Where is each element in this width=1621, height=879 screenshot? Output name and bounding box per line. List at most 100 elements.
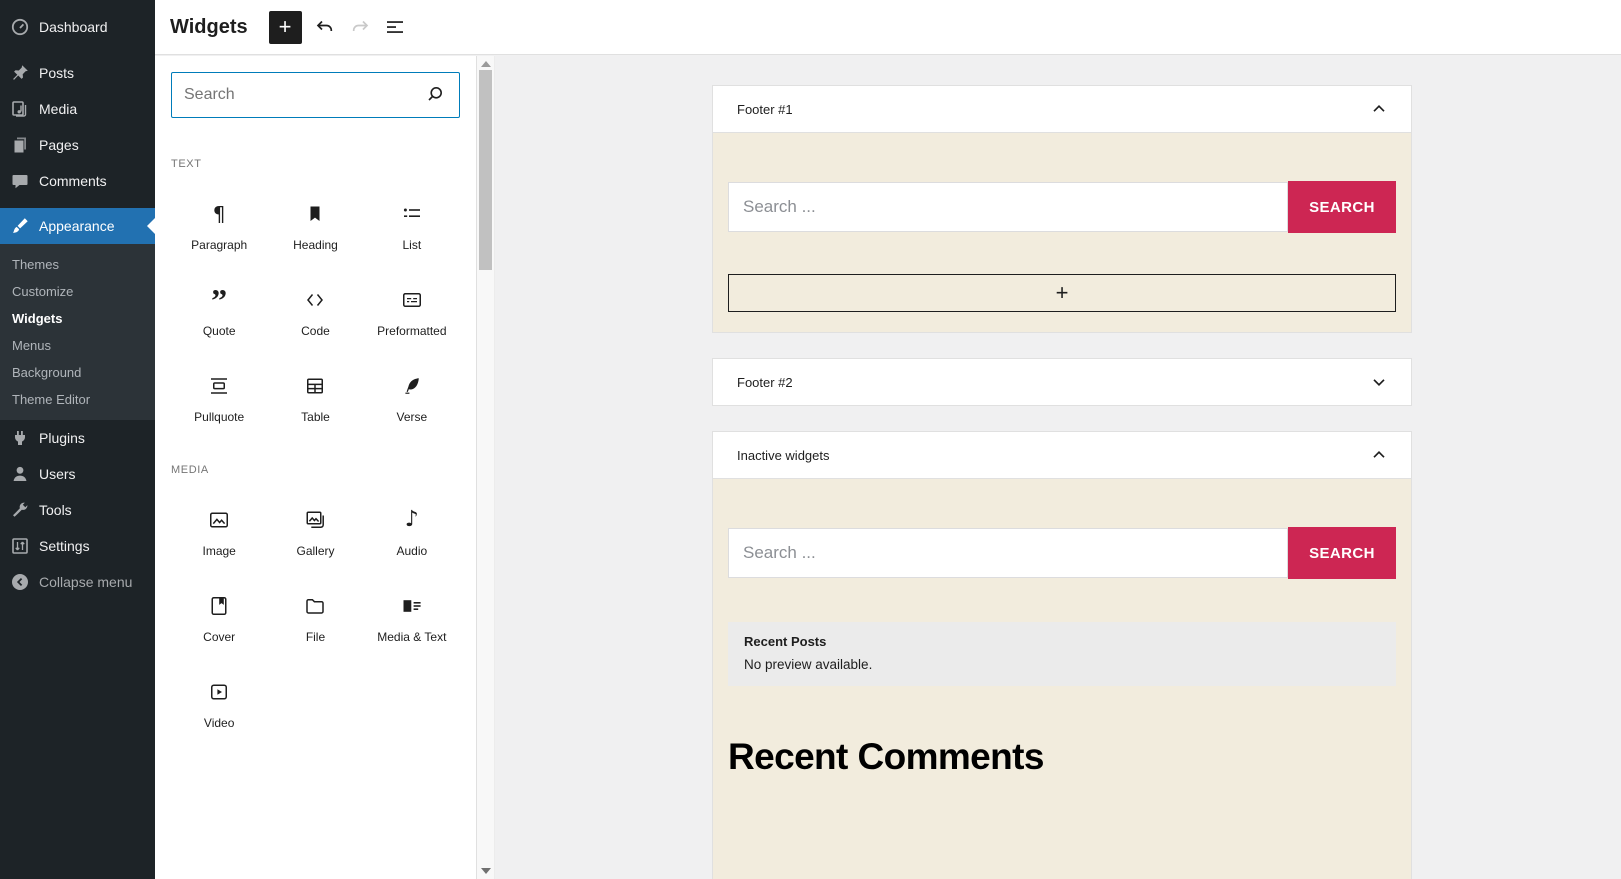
paragraph-icon: ¶: [212, 202, 226, 226]
widget-search-input[interactable]: [728, 528, 1288, 578]
add-block-button[interactable]: +: [268, 10, 302, 44]
sidebar-item-plugins[interactable]: Plugins: [0, 420, 155, 456]
block-type-list[interactable]: List: [364, 201, 460, 252]
panel-title: Footer #2: [737, 374, 793, 390]
sidebar-item-label: Dashboard: [39, 18, 108, 35]
sidebar-item-label: Users: [39, 465, 76, 482]
sidebar-item-dashboard[interactable]: Dashboard: [0, 9, 155, 45]
widget-area-footer-1: Footer #1 SEARCH +: [712, 85, 1412, 333]
table-icon: [303, 373, 327, 399]
sidebar-item-posts[interactable]: Posts: [0, 55, 155, 91]
block-type-video[interactable]: Video: [171, 679, 267, 730]
sidebar-item-appearance[interactable]: Appearance: [0, 208, 155, 244]
sidebar-item-label: Settings: [39, 537, 90, 554]
sidebar-item-media[interactable]: Media: [0, 91, 155, 127]
submenu-item-widgets[interactable]: Widgets: [0, 305, 155, 332]
block-appender-button[interactable]: +: [728, 274, 1396, 312]
scrollbar-thumb[interactable]: [479, 70, 492, 270]
sidebar-item-label: Pages: [39, 136, 79, 153]
gallery-icon: [303, 507, 327, 533]
redo-button[interactable]: [348, 15, 372, 39]
media-block-grid: Image Gallery ♪ Audio Cover File Media &…: [171, 507, 460, 731]
wrench-icon: [10, 500, 30, 520]
block-type-code[interactable]: Code: [267, 287, 363, 338]
block-type-pullquote[interactable]: Pullquote: [171, 373, 267, 424]
sidebar-item-label: Comments: [39, 172, 107, 189]
sidebar-item-label: Collapse menu: [39, 573, 133, 590]
block-inserter-panel: TEXT ¶ Paragraph Heading List ” Quote Co…: [155, 56, 477, 879]
paintbrush-icon: [10, 216, 30, 236]
sidebar-item-users[interactable]: Users: [0, 456, 155, 492]
undo-icon: [316, 20, 332, 31]
block-type-gallery[interactable]: Gallery: [267, 507, 363, 558]
block-type-verse[interactable]: Verse: [364, 373, 460, 424]
block-type-preformatted[interactable]: Preformatted: [364, 287, 460, 338]
submenu-item-background[interactable]: Background: [0, 359, 155, 386]
image-icon: [207, 507, 231, 533]
sidebar-item-label: Appearance: [39, 217, 115, 234]
block-type-image[interactable]: Image: [171, 507, 267, 558]
scroll-up-icon[interactable]: [481, 61, 491, 67]
block-type-heading[interactable]: Heading: [267, 201, 363, 252]
pushpin-icon: [10, 63, 30, 83]
video-icon: [207, 679, 231, 705]
recent-posts-widget-preview[interactable]: Recent Posts No preview available.: [728, 622, 1396, 686]
verse-feather-icon: [400, 373, 424, 399]
recent-posts-message: No preview available.: [744, 657, 873, 672]
footer-1-header[interactable]: Footer #1: [713, 86, 1411, 132]
user-icon: [10, 464, 30, 484]
widget-area-footer-2: Footer #2: [712, 358, 1412, 406]
inactive-widgets-body: SEARCH Recent Posts No preview available…: [713, 478, 1411, 879]
chevron-up-icon: [1367, 97, 1391, 121]
scroll-down-icon[interactable]: [481, 868, 491, 874]
block-type-file[interactable]: File: [267, 593, 363, 644]
sidebar-item-settings[interactable]: Settings: [0, 528, 155, 564]
panel-title: Footer #1: [737, 101, 793, 117]
footer-2-header[interactable]: Footer #2: [713, 359, 1411, 405]
block-type-cover[interactable]: Cover: [171, 593, 267, 644]
block-type-audio[interactable]: ♪ Audio: [364, 507, 460, 559]
recent-posts-title: Recent Posts: [744, 634, 827, 649]
inactive-widgets-header[interactable]: Inactive widgets: [713, 432, 1411, 478]
cover-icon: [207, 593, 231, 619]
widget-area-inactive: Inactive widgets SEARCH Recent Posts No …: [712, 431, 1412, 879]
widget-search-button[interactable]: SEARCH: [1288, 181, 1396, 233]
comment-bubble-icon: [10, 171, 30, 191]
submenu-item-customize[interactable]: Customize: [0, 278, 155, 305]
sidebar-item-tools[interactable]: Tools: [0, 492, 155, 528]
appearance-submenu: Themes Customize Widgets Menus Backgroun…: [0, 244, 155, 420]
pullquote-icon: [207, 373, 231, 399]
list-view-icon: [386, 21, 403, 33]
sidebar-item-label: Media: [39, 100, 78, 117]
heading-icon: [303, 201, 327, 227]
sidebar-item-pages[interactable]: Pages: [0, 127, 155, 163]
audio-note-icon: ♪: [404, 507, 419, 532]
search-widget: SEARCH: [728, 527, 1396, 579]
block-type-quote[interactable]: ” Quote: [171, 282, 267, 338]
sidebar-item-label: Plugins: [39, 429, 85, 446]
widget-search-button[interactable]: SEARCH: [1288, 527, 1396, 579]
block-type-table[interactable]: Table: [267, 373, 363, 424]
undo-button[interactable]: [313, 15, 337, 39]
block-type-media-text[interactable]: Media & Text: [364, 593, 460, 644]
collapse-arrow-icon: [10, 572, 30, 592]
sidebar-item-collapse-menu[interactable]: Collapse menu: [0, 564, 155, 600]
submenu-item-theme-editor[interactable]: Theme Editor: [0, 386, 155, 413]
sidebar-item-comments[interactable]: Comments: [0, 163, 155, 199]
text-block-grid: ¶ Paragraph Heading List ” Quote Code Pr…: [171, 201, 460, 424]
media-text-icon: [400, 593, 424, 619]
inserter-section-title-media: MEDIA: [171, 464, 209, 476]
chevron-up-icon: [1367, 443, 1391, 467]
block-type-paragraph[interactable]: ¶ Paragraph: [171, 201, 267, 252]
submenu-item-menus[interactable]: Menus: [0, 332, 155, 359]
widget-search-input[interactable]: [728, 182, 1288, 232]
code-icon: [303, 287, 327, 313]
inserter-search-box: [171, 72, 460, 118]
footer-1-body: SEARCH +: [713, 132, 1411, 332]
list-view-button[interactable]: [383, 15, 407, 39]
recent-comments-heading[interactable]: Recent Comments: [728, 736, 1396, 778]
inserter-scrollbar[interactable]: [477, 56, 495, 879]
submenu-item-themes[interactable]: Themes: [0, 251, 155, 278]
quote-icon: ”: [211, 282, 228, 318]
block-search-input[interactable]: [184, 86, 423, 104]
